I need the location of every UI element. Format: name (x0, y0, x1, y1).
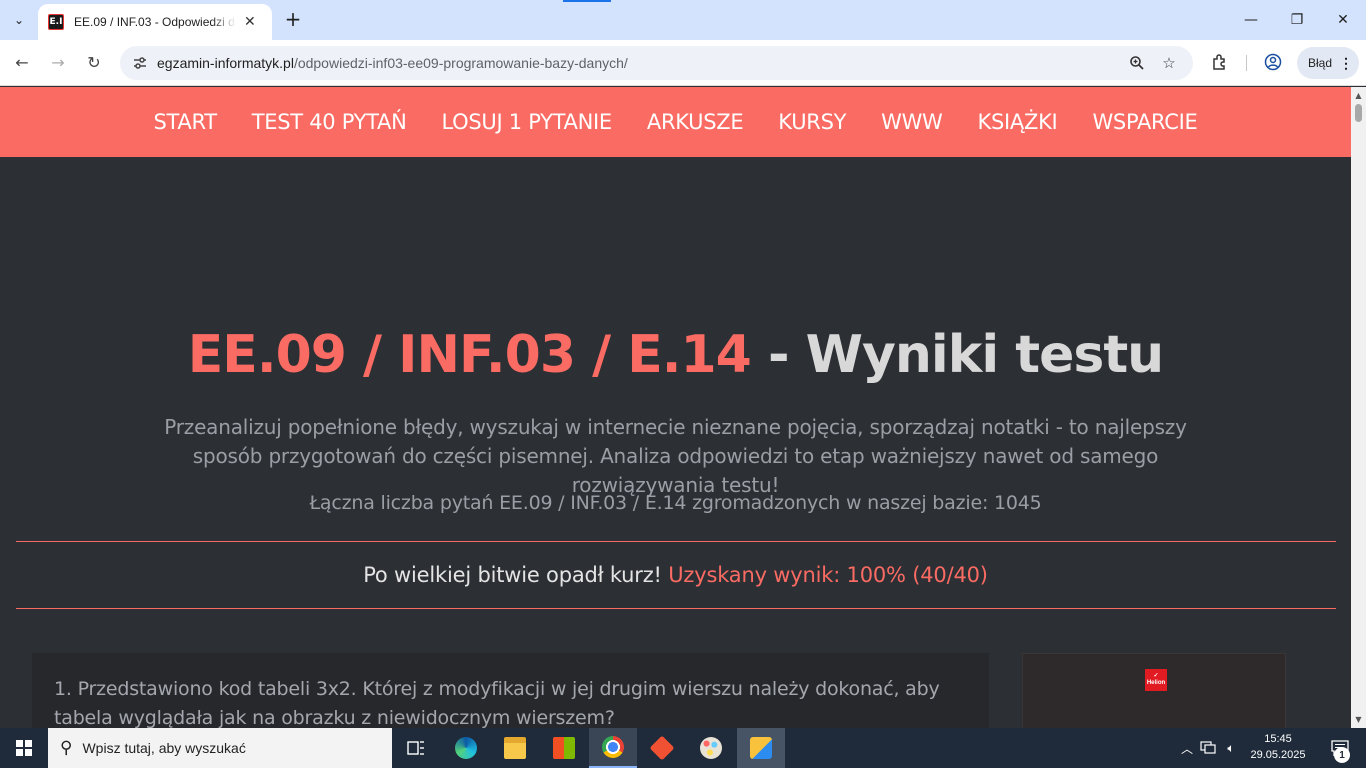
url-text: egzamin-informatyk.pl/odpowiedzi-inf03-e… (157, 55, 628, 71)
nav-item-start[interactable]: START (136, 110, 234, 134)
scroll-up-arrow-icon[interactable]: ▲ (1351, 91, 1366, 100)
app-icon[interactable] (737, 728, 785, 768)
toolbar-separator (1246, 55, 1247, 71)
close-window-button[interactable]: ✕ (1320, 0, 1366, 40)
site-navigation: START TEST 40 PYTAŃ LOSUJ 1 PYTANIE ARKU… (0, 87, 1351, 157)
taskbar-search-placeholder: Wpisz tutaj, aby wyszukać (82, 740, 246, 756)
nav-item-test-40[interactable]: TEST 40 PYTAŃ (234, 110, 424, 134)
helion-logo: ✓ Helion (1145, 669, 1167, 691)
zoom-icon[interactable] (1127, 53, 1147, 73)
taskbar-clock[interactable]: 15:45 29.05.2025 (1250, 731, 1306, 763)
page-viewport: START TEST 40 PYTAŃ LOSUJ 1 PYTANIE ARKU… (0, 87, 1351, 728)
paint-icon[interactable] (687, 728, 735, 768)
reload-button[interactable]: ↻ (82, 50, 106, 74)
nav-item-support[interactable]: WSPARCIE (1075, 110, 1215, 134)
question-count-text: Łączna liczba pytań EE.09 / INF.03 / E.1… (309, 492, 1042, 514)
result-prefix: Po wielkiej bitwie opadł kurz! (363, 563, 669, 587)
nav-item-courses[interactable]: KURSY (761, 110, 864, 134)
ad-banner[interactable]: ✓ Helion (1022, 653, 1286, 728)
window-controls: — ❐ ✕ (1228, 0, 1366, 40)
clock-time: 15:45 (1264, 733, 1292, 745)
start-button[interactable] (0, 728, 48, 768)
page-description: Przeanalizuj popełnione błędy, wyszukaj … (164, 415, 1187, 497)
site-info-icon[interactable] (130, 53, 150, 73)
extensions-icon[interactable] (1209, 51, 1231, 73)
nav-item-books[interactable]: KSIĄŻKI (960, 110, 1075, 134)
back-button[interactable]: ← (10, 50, 34, 74)
tab-strip-indicator (563, 0, 611, 2)
profile-icon[interactable] (1262, 51, 1284, 73)
tab-close-icon[interactable]: ✕ (244, 14, 256, 30)
page-scrollbar[interactable]: ▲ ▼ (1351, 87, 1366, 728)
helion-logo-text: Helion (1146, 680, 1166, 686)
windows-taskbar: ⚲ Wpisz tutaj, aby wyszukać ︿ 🔈︎ 15:45 2… (0, 728, 1366, 768)
page-title-suffix: - Wyniki testu (750, 325, 1164, 385)
scroll-down-arrow-icon[interactable]: ▼ (1351, 715, 1366, 724)
git-icon[interactable] (638, 728, 686, 768)
nav-item-random-question[interactable]: LOSUJ 1 PYTANIE (424, 110, 629, 134)
edge-icon[interactable] (442, 728, 490, 768)
chrome-icon[interactable] (589, 728, 637, 768)
address-bar[interactable]: egzamin-informatyk.pl/odpowiedzi-inf03-e… (120, 46, 1193, 80)
tray-chevron-up-icon[interactable]: ︿ (1178, 740, 1196, 757)
clock-date: 29.05.2025 (1250, 749, 1306, 761)
error-label: Błąd (1308, 56, 1333, 70)
result-divider-bottom (16, 608, 1336, 609)
volume-icon[interactable]: 🔈︎ (1220, 741, 1242, 756)
tab-title: EE.09 / INF.03 - Odpowiedzi do (74, 15, 236, 29)
task-view-icon[interactable] (392, 728, 440, 768)
more-menu-icon: ⋮ (1339, 54, 1354, 71)
question-text: 1. Przedstawiono kod tabeli 3x2. Której … (54, 678, 940, 728)
notification-count-badge: 1 (1334, 747, 1350, 763)
url-path: /odpowiedzi-inf03-ee09-programowanie-baz… (293, 55, 628, 71)
forward-button[interactable]: → (46, 50, 70, 74)
result-summary: Po wielkiej bitwie opadł kurz! Uzyskany … (0, 563, 1351, 587)
network-icon[interactable] (1196, 740, 1220, 757)
system-tray: ︿ 🔈︎ (1178, 728, 1242, 768)
error-menu-button[interactable]: Błąd ⋮ (1297, 47, 1359, 79)
restore-button[interactable]: ❐ (1274, 0, 1320, 40)
search-icon: ⚲ (60, 738, 73, 758)
page-title-exam-code: EE.09 / INF.03 / E.14 (187, 325, 752, 385)
url-host: egzamin-informatyk.pl (157, 55, 294, 71)
browser-tab[interactable]: E.I EE.09 / INF.03 - Odpowiedzi do ✕ (38, 4, 272, 40)
result-score: Uzyskany wynik: 100% (40/40) (668, 563, 988, 587)
question-card: 1. Przedstawiono kod tabeli 3x2. Której … (32, 653, 989, 728)
scroll-thumb[interactable] (1355, 104, 1362, 122)
minimize-button[interactable]: — (1228, 0, 1274, 40)
taskbar-search-box[interactable]: ⚲ Wpisz tutaj, aby wyszukać (48, 728, 392, 768)
page-title: EE.09 / INF.03 / E.14 - Wyniki testu (0, 325, 1351, 385)
browser-toolbar: ← → ↻ egzamin-informatyk.pl/odpowiedzi-i… (0, 40, 1366, 86)
file-explorer-icon[interactable] (491, 728, 539, 768)
bookmark-star-icon[interactable]: ☆ (1159, 53, 1179, 73)
result-divider-top (16, 541, 1336, 542)
windows-logo-icon (16, 740, 32, 756)
tab-search-chevron-icon[interactable]: ⌄ (6, 7, 32, 33)
new-tab-button[interactable]: + (282, 7, 304, 31)
nav-item-sheets[interactable]: ARKUSZE (629, 110, 760, 134)
site-favicon-icon: E.I (48, 14, 64, 30)
store-icon[interactable] (540, 728, 588, 768)
nav-item-www[interactable]: WWW (864, 110, 960, 134)
browser-tab-strip: ⌄ E.I EE.09 / INF.03 - Odpowiedzi do ✕ +… (0, 0, 1366, 40)
